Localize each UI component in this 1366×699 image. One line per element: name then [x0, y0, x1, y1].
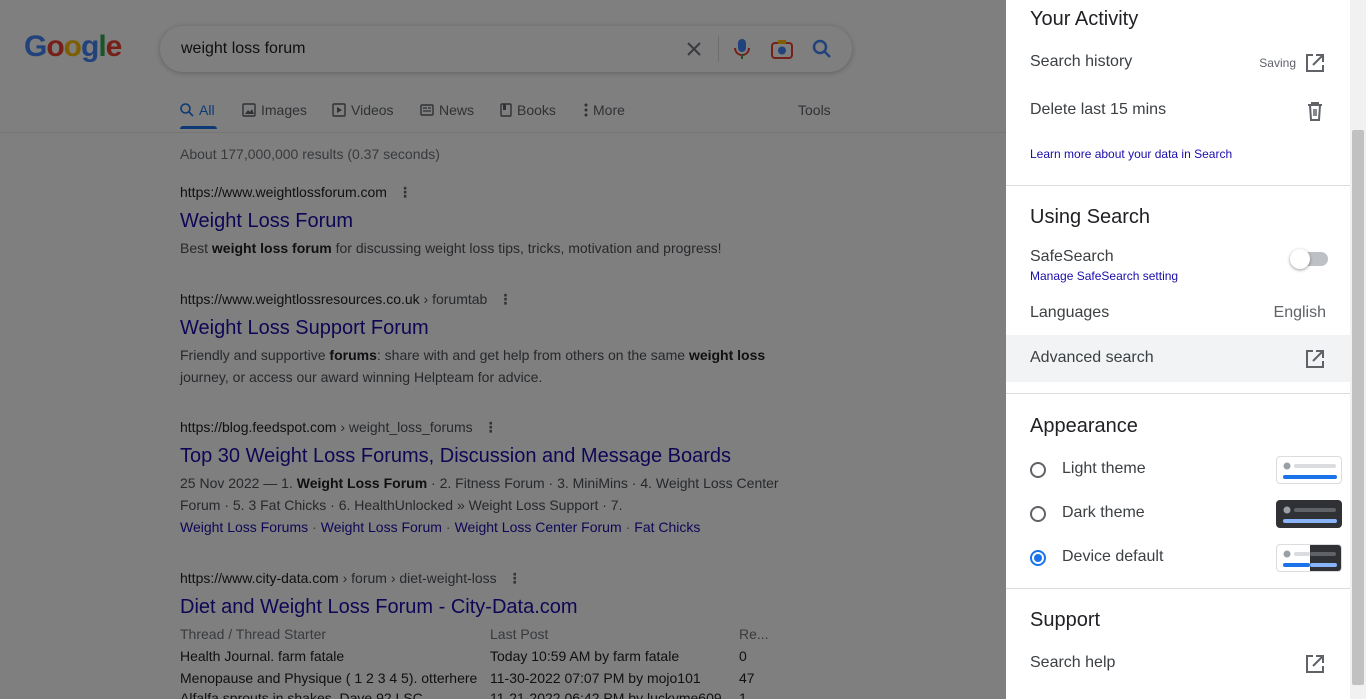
toggle-knob [1290, 249, 1310, 269]
section-title-using-search: Using Search [1030, 206, 1151, 228]
section-title-appearance: Appearance [1030, 415, 1138, 437]
dark-theme-radio[interactable] [1030, 506, 1046, 522]
search-help-link[interactable]: Search help [1030, 654, 1115, 672]
manage-safesearch-link[interactable]: Manage SafeSearch setting [1030, 269, 1178, 283]
search-history-link[interactable]: Search history [1030, 53, 1132, 71]
open-in-new-icon[interactable] [1304, 653, 1326, 675]
language-value[interactable]: English [1274, 304, 1326, 322]
languages-label[interactable]: Languages [1030, 304, 1109, 322]
light-theme-radio[interactable] [1030, 462, 1046, 478]
section-divider [1006, 185, 1350, 186]
section-divider [1006, 393, 1350, 394]
light-theme-preview[interactable] [1276, 456, 1342, 484]
device-default-preview[interactable] [1276, 544, 1342, 572]
trash-icon[interactable] [1304, 100, 1326, 122]
delete-last-15-mins-button[interactable]: Delete last 15 mins [1030, 101, 1166, 119]
open-in-new-icon[interactable] [1304, 52, 1326, 74]
advanced-search-link[interactable]: Advanced search [1030, 349, 1154, 367]
section-title-support: Support [1030, 609, 1101, 631]
dark-theme-label[interactable]: Dark theme [1062, 504, 1145, 522]
learn-more-data-link[interactable]: Learn more about your data in Search [1030, 147, 1232, 161]
dark-theme-preview[interactable] [1276, 500, 1342, 528]
section-divider [1006, 588, 1350, 589]
modal-backdrop[interactable] [0, 0, 1006, 699]
open-in-new-icon[interactable] [1304, 348, 1326, 370]
scrollbar[interactable] [1350, 0, 1366, 699]
saving-status: Saving [1259, 56, 1296, 70]
section-title-your-activity: Your Activity [1030, 8, 1139, 30]
scrollbar-thumb[interactable] [1352, 130, 1364, 685]
device-default-radio[interactable] [1030, 550, 1046, 566]
quick-settings-panel: Your Activity Search history Saving Dele… [1006, 0, 1350, 699]
safesearch-toggle[interactable] [1290, 249, 1328, 269]
device-default-label[interactable]: Device default [1062, 548, 1163, 566]
safesearch-label: SafeSearch [1030, 248, 1114, 265]
light-theme-label[interactable]: Light theme [1062, 460, 1146, 478]
